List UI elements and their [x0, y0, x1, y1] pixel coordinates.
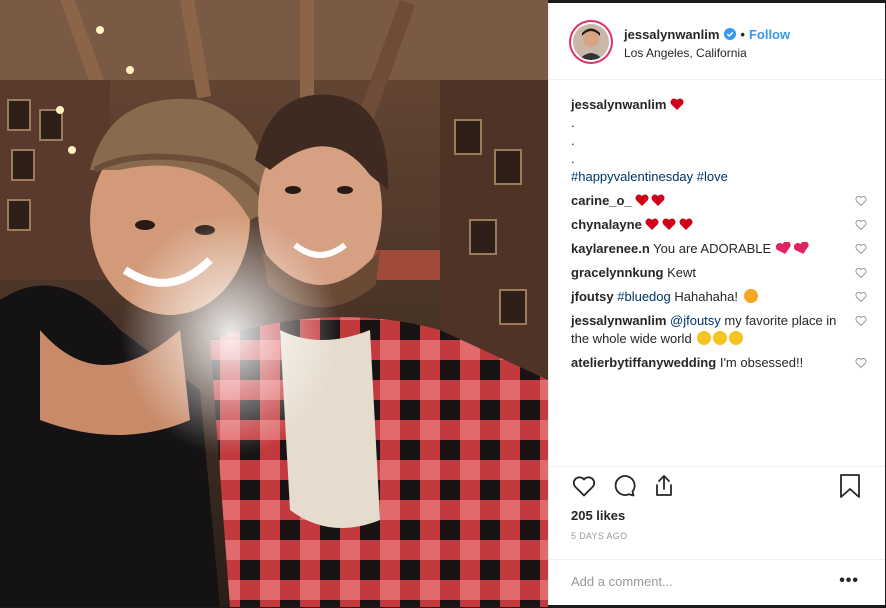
author-username[interactable]: jessalynwanlim — [624, 27, 719, 42]
avatar-image — [573, 24, 609, 60]
bookmark-button[interactable] — [839, 473, 861, 499]
comment-author[interactable]: jessalynwanlim — [571, 313, 666, 328]
comment-author[interactable]: atelierbytiffanywedding — [571, 355, 716, 370]
post-header: jessalynwanlim • Follow Los Angeles, Calif… — [549, 3, 885, 80]
comment-input[interactable]: Add a comment... — [571, 574, 673, 589]
photo-illustration — [0, 0, 548, 607]
crying-face-emoji-icon — [729, 331, 744, 345]
comment-item: atelierbytiffanywedding I'm obsessed!! — [571, 354, 867, 372]
heart-icon[interactable] — [571, 473, 597, 499]
comment-text: You are ADORABLE — [653, 241, 772, 256]
separator-dot: • — [740, 27, 745, 42]
add-comment-bar: Add a comment... ••• — [549, 559, 885, 608]
comment-author[interactable]: carine_o_ — [571, 193, 632, 208]
like-comment-heart-icon[interactable] — [855, 243, 867, 255]
like-comment-heart-icon[interactable] — [855, 315, 867, 327]
red-heart-emoji-icon — [635, 193, 665, 208]
crying-face-emoji-icon — [697, 331, 712, 345]
comment-item: kaylarenee.n You are ADORABLE — [571, 240, 867, 258]
hashtag-link[interactable]: #happyvalentinesday — [571, 169, 693, 184]
share-icon[interactable] — [651, 473, 677, 499]
mention-link[interactable]: @jfoutsy — [670, 313, 721, 328]
comment-text: Kewt — [667, 265, 696, 280]
comment-item: jfoutsy #bluedog Hahahaha! — [571, 288, 867, 306]
caption-line: . — [571, 115, 575, 130]
comment-author[interactable]: jfoutsy — [571, 289, 614, 304]
red-heart-emoji-icon — [670, 97, 684, 112]
hashtag-link[interactable]: #bluedog — [617, 289, 671, 304]
like-comment-heart-icon[interactable] — [855, 219, 867, 231]
comment-author[interactable]: gracelynnkung — [571, 265, 663, 280]
more-options-icon[interactable]: ••• — [839, 572, 859, 590]
post-timestamp[interactable]: 5 DAYS AGO — [571, 531, 627, 541]
crying-face-emoji-icon — [713, 331, 728, 345]
comment-item: jessalynwanlim @jfoutsy my favorite plac… — [571, 312, 867, 348]
verified-badge-icon — [724, 28, 737, 40]
like-comment-heart-icon[interactable] — [855, 267, 867, 279]
follow-button[interactable]: Follow — [749, 27, 790, 42]
bookmark-icon — [840, 474, 860, 498]
hashtag-link[interactable]: #love — [697, 169, 728, 184]
comment-item: carine_o_ — [571, 192, 867, 210]
comment-author[interactable]: chynalayne — [571, 217, 642, 232]
comment-item: chynalayne — [571, 216, 867, 234]
caption: jessalynwanlim — [571, 96, 863, 114]
heart-emoji-icon — [775, 241, 811, 256]
caption-hashtags: #happyvalentinesday #love — [571, 168, 863, 186]
red-heart-emoji-icon — [645, 217, 693, 232]
like-comment-heart-icon[interactable] — [855, 357, 867, 369]
post-photo[interactable] — [0, 0, 548, 607]
comment-text: Hahahaha! — [674, 289, 738, 304]
caption-line: . — [571, 133, 575, 148]
avatar[interactable] — [569, 20, 613, 64]
post-details-panel: jessalynwanlim • Follow Los Angeles, Calif… — [548, 3, 885, 605]
avatar-frame — [571, 22, 611, 62]
post-location[interactable]: Los Angeles, California — [624, 46, 747, 60]
likes-count[interactable]: 205 likes — [571, 508, 625, 523]
comment-text: I'm obsessed!! — [719, 355, 804, 370]
caption-line: . — [571, 151, 575, 166]
post-actions: 205 likes 5 DAYS AGO Add a comment... ••… — [549, 466, 885, 607]
header-author: jessalynwanlim • Follow — [624, 27, 790, 42]
like-comment-heart-icon[interactable] — [855, 291, 867, 303]
comment-author[interactable]: kaylarenee.n — [571, 241, 650, 256]
comment-item: gracelynnkung Kewt — [571, 264, 867, 282]
caption-author[interactable]: jessalynwanlim — [571, 97, 666, 112]
like-comment-heart-icon[interactable] — [855, 195, 867, 207]
comment-icon[interactable] — [611, 473, 637, 499]
action-icons — [571, 473, 677, 503]
comments-list: jessalynwanlim . . . #happyvalentinesday… — [549, 80, 885, 372]
cat-emoji-icon — [743, 289, 758, 303]
